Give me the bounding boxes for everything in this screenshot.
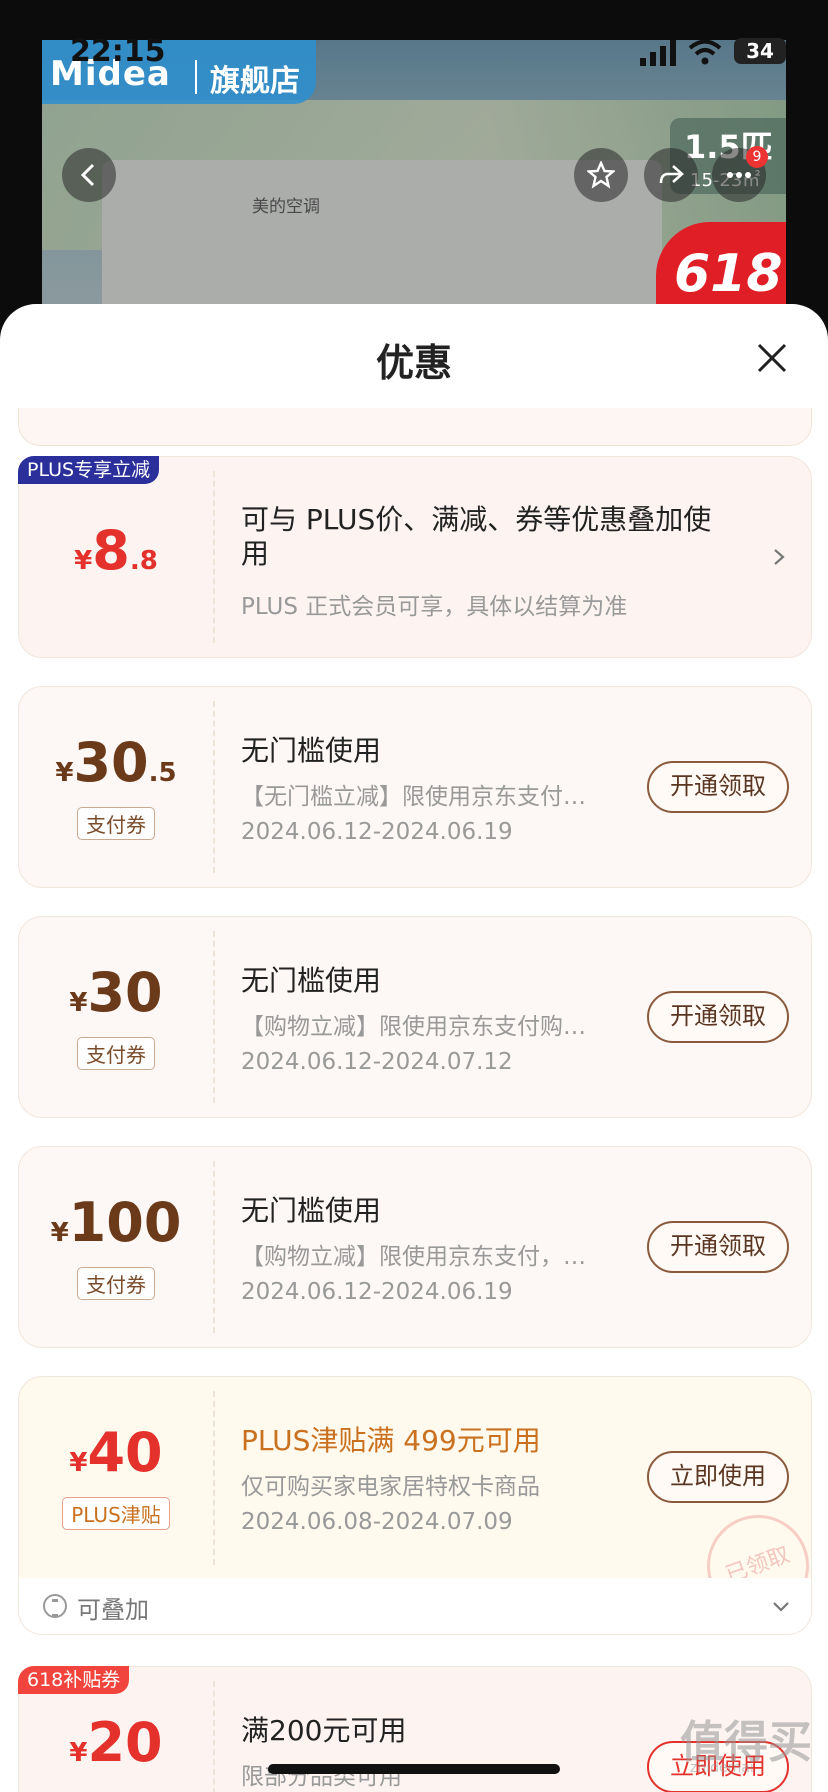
coupon-card[interactable]: ¥40 PLUS津贴 PLUS津贴满 499元可用 仅可购买家电家居特权卡商品 … (18, 1376, 824, 1632)
close-icon[interactable] (756, 342, 788, 374)
activate-claim-button[interactable]: 开通领取 (647, 1221, 789, 1273)
coupon-description: 【购物立减】限使用京东支付购… (241, 1014, 586, 1040)
coupon-list[interactable]: PLUS专享立减 ¥8.8 可与 PLUS价、满减、券等优惠叠加使用 PLUS … (0, 408, 828, 1792)
coupon-type-tag: PLUS津贴 (19, 1497, 213, 1530)
coupon-amount: ¥30 (69, 961, 163, 1024)
chevron-right-icon (774, 549, 785, 565)
coupon-amount: ¥8.8 (74, 519, 158, 582)
coupon-card[interactable]: ¥30.5 支付券 无门槛使用 【无门槛立减】限使用京东支付… 2024.06.… (18, 686, 812, 888)
coupon-validity: 2024.06.08-2024.07.09 (241, 1509, 513, 1535)
chevron-left-icon (80, 163, 95, 187)
coupon-amount: ¥40 (69, 1421, 163, 1484)
coupon-description: 【购物立减】限使用京东支付，… (241, 1244, 586, 1270)
coupon-type-tag: 支付券 (19, 1267, 213, 1300)
share-icon (659, 165, 684, 184)
wifi-icon (688, 39, 722, 65)
store-label: 旗舰店 (210, 64, 300, 99)
coupon-validity: 2024.06.12-2024.07.12 (241, 1049, 513, 1075)
coupon-card[interactable]: ¥30 支付券 无门槛使用 【购物立减】限使用京东支付购… 2024.06.12… (18, 916, 812, 1118)
sheet-title: 优惠 (375, 341, 452, 385)
stackable-label: 可叠加 (77, 1596, 149, 1624)
coupon-description: 限部分品类可用 (241, 1764, 402, 1790)
discount-sheet: 优惠 PLUS专享立减 ¥8.8 可与 PLUS价、满减、券等优惠叠加使用 PL… (0, 304, 828, 1792)
coupon-title: 无门槛使用 (241, 734, 382, 767)
coupon-description: PLUS 正式会员可享，具体以结算为准 (241, 594, 628, 620)
coupon-amount: ¥100 (50, 1191, 182, 1254)
coupon-ribbon: PLUS专享立减 (18, 456, 160, 484)
coupon-type-tag: 支付券 (19, 807, 213, 840)
activate-claim-button[interactable]: 开通领取 (647, 761, 789, 813)
stackable-toggle[interactable]: 可叠加 (18, 1578, 812, 1635)
back-button[interactable] (62, 148, 116, 202)
coupon-description: 仅可购买家电家居特权卡商品 (241, 1474, 540, 1500)
coupon-amount: ¥20 (69, 1711, 163, 1774)
share-button[interactable] (644, 148, 698, 202)
coupon-validity: 2024.06.12-2024.06.19 (241, 1279, 513, 1305)
message-count-badge: 9 (746, 146, 768, 168)
favorite-button[interactable] (574, 148, 628, 202)
chevron-down-icon (773, 1602, 789, 1612)
watermark-sub: zhidemai (690, 1760, 754, 1776)
coupon-card[interactable]: PLUS专享立减 ¥8.8 可与 PLUS价、满减、券等优惠叠加使用 PLUS … (18, 456, 812, 658)
coupon-card-partial (18, 408, 812, 446)
coupon-title: 满200元可用 (241, 1714, 407, 1747)
status-time: 22:15 (70, 34, 166, 69)
coupon-title: PLUS津贴满 499元可用 (241, 1424, 541, 1457)
home-indicator[interactable] (268, 1764, 560, 1774)
stack-icon (43, 1594, 67, 1618)
coupon-title: 无门槛使用 (241, 1194, 382, 1227)
signal-icon (640, 40, 676, 66)
coupon-description: 【无门槛立减】限使用京东支付… (241, 784, 586, 810)
battery-indicator: 34 (734, 38, 786, 64)
brand-separator (195, 60, 197, 94)
coupon-card[interactable]: ¥100 支付券 无门槛使用 【购物立减】限使用京东支付，… 2024.06.1… (18, 1146, 812, 1348)
coupon-title: 无门槛使用 (241, 964, 382, 997)
star-icon (587, 161, 615, 189)
coupon-title: 可与 PLUS价、满减、券等优惠叠加使用 (241, 503, 712, 570)
use-now-button[interactable]: 立即使用 (647, 1451, 789, 1503)
activate-claim-button[interactable]: 开通领取 (647, 991, 789, 1043)
coupon-type-tag: 支付券 (19, 1037, 213, 1070)
coupon-ribbon: 618补贴券 (18, 1666, 130, 1694)
coupon-validity: 2024.06.12-2024.06.19 (241, 819, 513, 845)
coupon-amount: ¥30.5 (55, 731, 177, 794)
